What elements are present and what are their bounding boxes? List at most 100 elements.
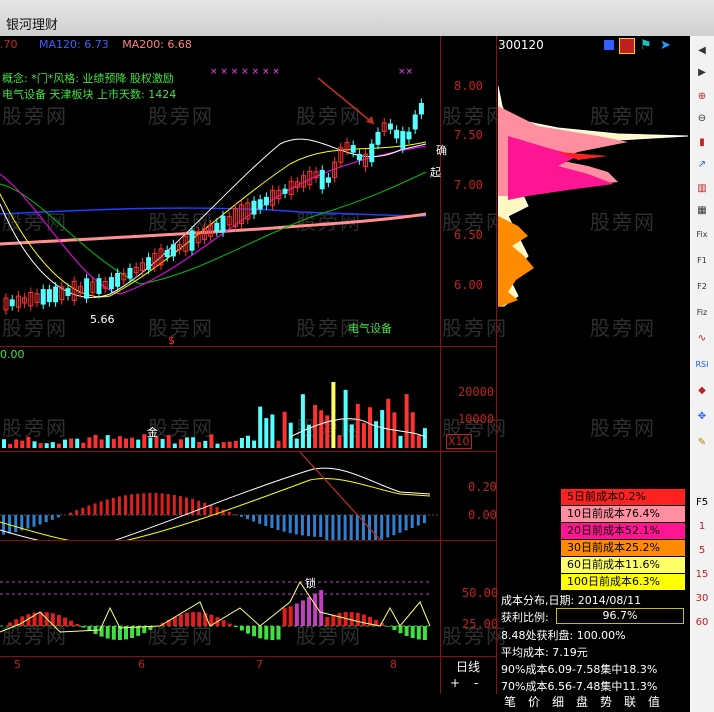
zoom-in-button[interactable]: + xyxy=(446,676,464,692)
diamond-icon[interactable]: ◆ xyxy=(692,380,712,400)
macd-bars xyxy=(2,493,426,540)
profit-label: 获利比例: xyxy=(501,611,549,624)
tab-lian[interactable]: 联 xyxy=(618,693,642,712)
volume-bar xyxy=(111,439,116,448)
candle-body xyxy=(400,131,406,149)
macd-bar xyxy=(117,496,121,515)
volume-bar xyxy=(105,435,110,448)
volume-bar xyxy=(209,434,214,448)
gold-marker: 金 xyxy=(147,426,158,439)
kdj-bar xyxy=(307,596,311,626)
candle-body xyxy=(375,131,381,145)
zoom-out-icon[interactable]: ⊖ xyxy=(692,108,712,128)
annotation-right: 确 xyxy=(436,144,447,157)
volume-bar xyxy=(294,438,299,448)
volume-bars xyxy=(2,382,427,448)
volume-bar xyxy=(282,411,287,448)
toolbar-button-fiz[interactable]: Fiz xyxy=(692,302,712,322)
volume-bar xyxy=(75,438,80,448)
kdj-bar xyxy=(239,626,244,631)
minute-chart-icon[interactable]: ↗ xyxy=(692,154,712,174)
main-panel-divider xyxy=(0,346,496,347)
toolbar-button-fix[interactable]: Fix xyxy=(692,224,712,244)
period-1[interactable]: 1 xyxy=(692,516,712,536)
macd-bar xyxy=(270,515,274,529)
tab-bi[interactable]: 笔 xyxy=(498,693,522,712)
volume-bar xyxy=(130,437,135,448)
volume-chart[interactable] xyxy=(0,352,440,450)
window-title: 银河理财 xyxy=(6,18,59,33)
pointer-icon[interactable]: ➤ xyxy=(660,38,671,53)
macd-bar xyxy=(69,512,73,515)
macd-bar xyxy=(313,515,317,537)
kdj-chart[interactable] xyxy=(0,542,440,656)
candle-body xyxy=(406,131,412,140)
candle-body xyxy=(115,273,121,287)
volume-bar xyxy=(172,443,177,448)
macd-bar xyxy=(319,515,323,537)
candle-body xyxy=(65,288,71,296)
macd-chart[interactable] xyxy=(0,452,440,540)
volume-bar xyxy=(203,440,208,448)
volume-bar xyxy=(136,439,141,448)
kdj-bar xyxy=(325,617,330,626)
candle-body xyxy=(96,278,102,294)
line-chart-icon[interactable]: ∿ xyxy=(692,328,712,348)
trend-arrow xyxy=(317,77,375,125)
toolbar-button-f2[interactable]: F2 xyxy=(692,276,712,296)
window-titlebar: 银河理财 xyxy=(0,0,714,36)
kdj-bar xyxy=(319,590,324,626)
period-60[interactable]: 60 xyxy=(692,612,712,632)
pencil-icon[interactable]: ✎ xyxy=(692,432,712,452)
flag-icon[interactable]: ⚑ xyxy=(640,38,652,53)
macd-bar xyxy=(32,515,36,527)
kdj-bar xyxy=(282,608,287,626)
macd-bar xyxy=(124,495,127,515)
period-15[interactable]: 15 xyxy=(692,564,712,584)
zoom-in-icon[interactable]: ⊕ xyxy=(692,86,712,106)
grid-icon[interactable]: ▦ xyxy=(692,200,712,220)
kdj-bar xyxy=(191,612,196,626)
chip-distribution-chart xyxy=(498,85,689,307)
move-icon[interactable]: ✥ xyxy=(692,406,712,426)
macd-bar xyxy=(99,501,103,515)
volume-bar xyxy=(117,436,122,448)
back-icon[interactable]: ◀ xyxy=(692,40,712,60)
toolbar-button-rsi[interactable]: RSI xyxy=(692,354,712,374)
period-selector[interactable]: 日线 xyxy=(456,658,480,675)
bar-chart-icon[interactable]: ▥ xyxy=(692,178,712,198)
kdj-bar xyxy=(221,620,226,626)
tab-xi[interactable]: 细 xyxy=(546,693,570,712)
candlestick-chart[interactable]: × × × × × × × ×× xyxy=(0,54,440,346)
macd-bar xyxy=(111,497,115,515)
kline-icon[interactable]: ▮ xyxy=(692,132,712,152)
tab-shi[interactable]: 势 xyxy=(594,693,618,712)
volume-bar xyxy=(8,443,13,448)
macd-y-tick: 0.00 xyxy=(468,508,497,522)
macd-bar xyxy=(300,515,304,536)
tab-pan[interactable]: 盘 xyxy=(570,693,594,712)
average-cost: 平均成本: 7.19元 xyxy=(501,646,588,659)
candle-body xyxy=(282,188,288,194)
volume-bar xyxy=(264,418,269,448)
volume-bar xyxy=(368,407,372,448)
y-tick: 6.50 xyxy=(454,228,483,242)
tab-jia[interactable]: 价 xyxy=(522,693,546,712)
candle-body xyxy=(40,289,46,305)
tab-zhi[interactable]: 值 xyxy=(642,693,666,712)
zoom-out-button[interactable]: - xyxy=(470,676,482,692)
period-30[interactable]: 30 xyxy=(692,588,712,608)
toolbar-button-f1[interactable]: F1 xyxy=(692,250,712,270)
kdj-bar xyxy=(288,606,293,626)
kdj-bar xyxy=(416,626,421,640)
period-5[interactable]: 5 xyxy=(692,540,712,560)
macd-bar xyxy=(288,515,292,534)
volume-bar xyxy=(416,435,421,448)
kdj-bar xyxy=(233,626,238,628)
forward-icon[interactable]: ▶ xyxy=(692,62,712,82)
volume-bar xyxy=(386,398,391,448)
chip-mode-icon[interactable] xyxy=(619,38,635,54)
chart-type-icon[interactable] xyxy=(604,40,614,50)
volume-bar xyxy=(69,438,74,448)
ma-label: .70 xyxy=(0,38,18,51)
